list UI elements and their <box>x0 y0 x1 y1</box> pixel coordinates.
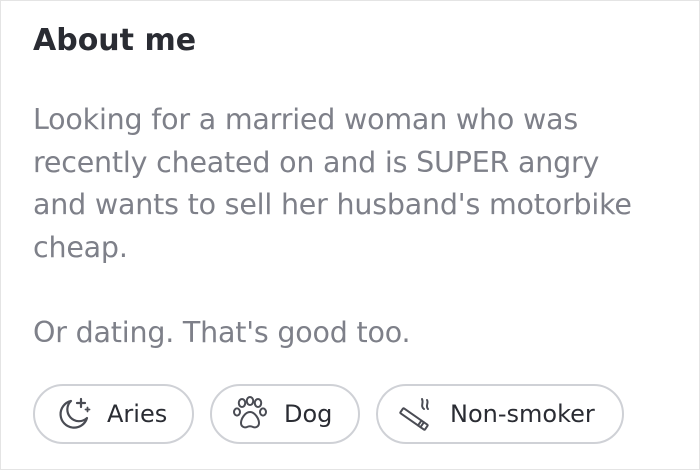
about-me-card: About me Looking for a married woman who… <box>0 0 700 470</box>
crescent-moon-sparkle-icon <box>53 394 93 434</box>
tag-chip-non-smoker[interactable]: Non-smoker <box>376 384 624 444</box>
tag-chip-aries[interactable]: Aries <box>33 384 194 444</box>
bio-line: recently cheated on and is SUPER angry <box>33 145 600 179</box>
bio-line: and wants to sell her husband's motorbik… <box>33 188 632 221</box>
paw-print-icon <box>230 394 270 434</box>
cigarette-smoke-icon <box>396 394 436 434</box>
section-title: About me <box>33 23 197 58</box>
bio-closing-line: Or dating. That's good too. <box>33 315 411 349</box>
tag-label: Dog <box>284 400 333 428</box>
bio-line: Looking for a married woman who was <box>33 103 579 136</box>
profile-tags: Aries Dog Non-smoker <box>33 384 624 444</box>
bio-text: Looking for a married woman who was rece… <box>33 99 693 354</box>
bio-line: cheap. <box>33 230 128 264</box>
tag-label: Aries <box>107 400 168 428</box>
tag-label: Non-smoker <box>450 400 595 428</box>
tag-chip-dog[interactable]: Dog <box>210 384 360 444</box>
